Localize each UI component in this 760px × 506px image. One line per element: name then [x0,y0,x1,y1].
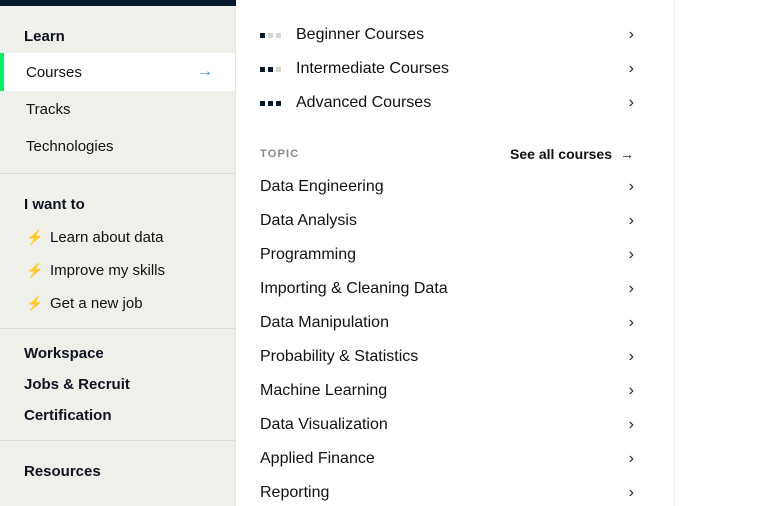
lightning-icon: ⚡ [26,262,40,279]
topic-row[interactable]: Data Visualization › [260,408,634,442]
topic-label: Data Engineering [260,178,384,196]
chevron-right-icon: › [629,484,634,502]
lightning-icon: ⚡ [26,229,40,246]
sidebar-goal-label: Learn about data [50,229,163,246]
chevron-right-icon: › [629,382,634,400]
topic-row[interactable]: Machine Learning › [260,374,634,408]
topic-label: Data Analysis [260,212,357,230]
topic-row[interactable]: Data Engineering › [260,170,634,204]
level-icon-beginner [260,33,282,38]
chevron-right-icon: › [629,280,634,298]
main-panel: Beginner Courses › Intermediate Courses … [236,0,674,506]
level-label: Beginner Courses [296,26,424,44]
level-row-beginner[interactable]: Beginner Courses › [260,18,634,52]
topic-block: Topic See all courses → Data Engineering… [260,146,634,506]
chevron-right-icon: › [629,314,634,332]
arrow-right-icon: → [620,146,634,162]
topic-row[interactable]: Applied Finance › [260,442,634,476]
level-row-intermediate[interactable]: Intermediate Courses › [260,52,634,86]
sidebar-item-courses[interactable]: Courses → [0,53,235,91]
topic-row[interactable]: Importing & Cleaning Data › [260,272,634,306]
topic-row[interactable]: Reporting › [260,476,634,506]
sidebar-item-workspace[interactable]: Workspace [0,345,235,370]
sidebar-goal-label: Improve my skills [50,262,165,279]
chevron-right-icon: › [629,60,634,78]
chevron-right-icon: › [629,348,634,366]
topic-label: Reporting [260,484,329,502]
chevron-right-icon: › [629,178,634,196]
level-label: Advanced Courses [296,94,431,112]
sidebar-section-want: I want to ⚡ Learn about data ⚡ Improve m… [0,173,235,328]
topic-row[interactable]: Programming › [260,238,634,272]
sidebar-heading-learn: Learn [0,22,235,53]
topic-label: Probability & Statistics [260,348,418,366]
sidebar-item-tracks[interactable]: Tracks [0,91,235,128]
sidebar-heading-resources: Resources [0,457,235,488]
sidebar-item-certification[interactable]: Certification [0,401,235,432]
topic-row[interactable]: Data Manipulation › [260,306,634,340]
chevron-right-icon: › [629,450,634,468]
level-row-advanced[interactable]: Advanced Courses › [260,86,634,120]
chevron-right-icon: › [629,212,634,230]
sidebar-section-learn: Learn Courses → Tracks Technologies [0,14,235,173]
topic-label: Programming [260,246,356,264]
sidebar-goal-learn-data[interactable]: ⚡ Learn about data [0,221,235,254]
sidebar-goal-new-job[interactable]: ⚡ Get a new job [0,287,235,320]
chevron-right-icon: › [629,94,634,112]
topic-heading: Topic [260,148,299,160]
lightning-icon: ⚡ [26,295,40,312]
right-strip [674,0,760,506]
sidebar-item-technologies[interactable]: Technologies [0,128,235,165]
topic-label: Data Visualization [260,416,388,434]
topic-label: Data Manipulation [260,314,389,332]
topic-label: Applied Finance [260,450,375,468]
sidebar-item-label: Technologies [26,138,114,155]
arrow-right-icon: → [197,63,213,81]
sidebar-goal-label: Get a new job [50,295,143,312]
sidebar-heading-want: I want to [0,190,235,221]
sidebar-goal-improve-skills[interactable]: ⚡ Improve my skills [0,254,235,287]
sidebar-section-other: Workspace Jobs & Recruit Certification [0,328,235,440]
topic-row[interactable]: Probability & Statistics › [260,340,634,374]
chevron-right-icon: › [629,416,634,434]
sidebar: Learn Courses → Tracks Technologies I wa… [0,0,236,506]
chevron-right-icon: › [629,26,634,44]
level-label: Intermediate Courses [296,60,449,78]
level-icon-advanced [260,101,282,106]
sidebar-section-resources: Resources [0,440,235,496]
topic-row[interactable]: Data Analysis › [260,204,634,238]
sidebar-item-label: Tracks [26,101,70,118]
level-icon-intermediate [260,67,282,72]
sidebar-item-jobs-recruit[interactable]: Jobs & Recruit [0,370,235,401]
chevron-right-icon: › [629,246,634,264]
topic-label: Importing & Cleaning Data [260,280,448,298]
sidebar-item-label: Courses [26,64,82,81]
see-all-courses-link[interactable]: See all courses → [510,146,634,162]
topic-label: Machine Learning [260,382,387,400]
see-all-label: See all courses [510,146,612,162]
